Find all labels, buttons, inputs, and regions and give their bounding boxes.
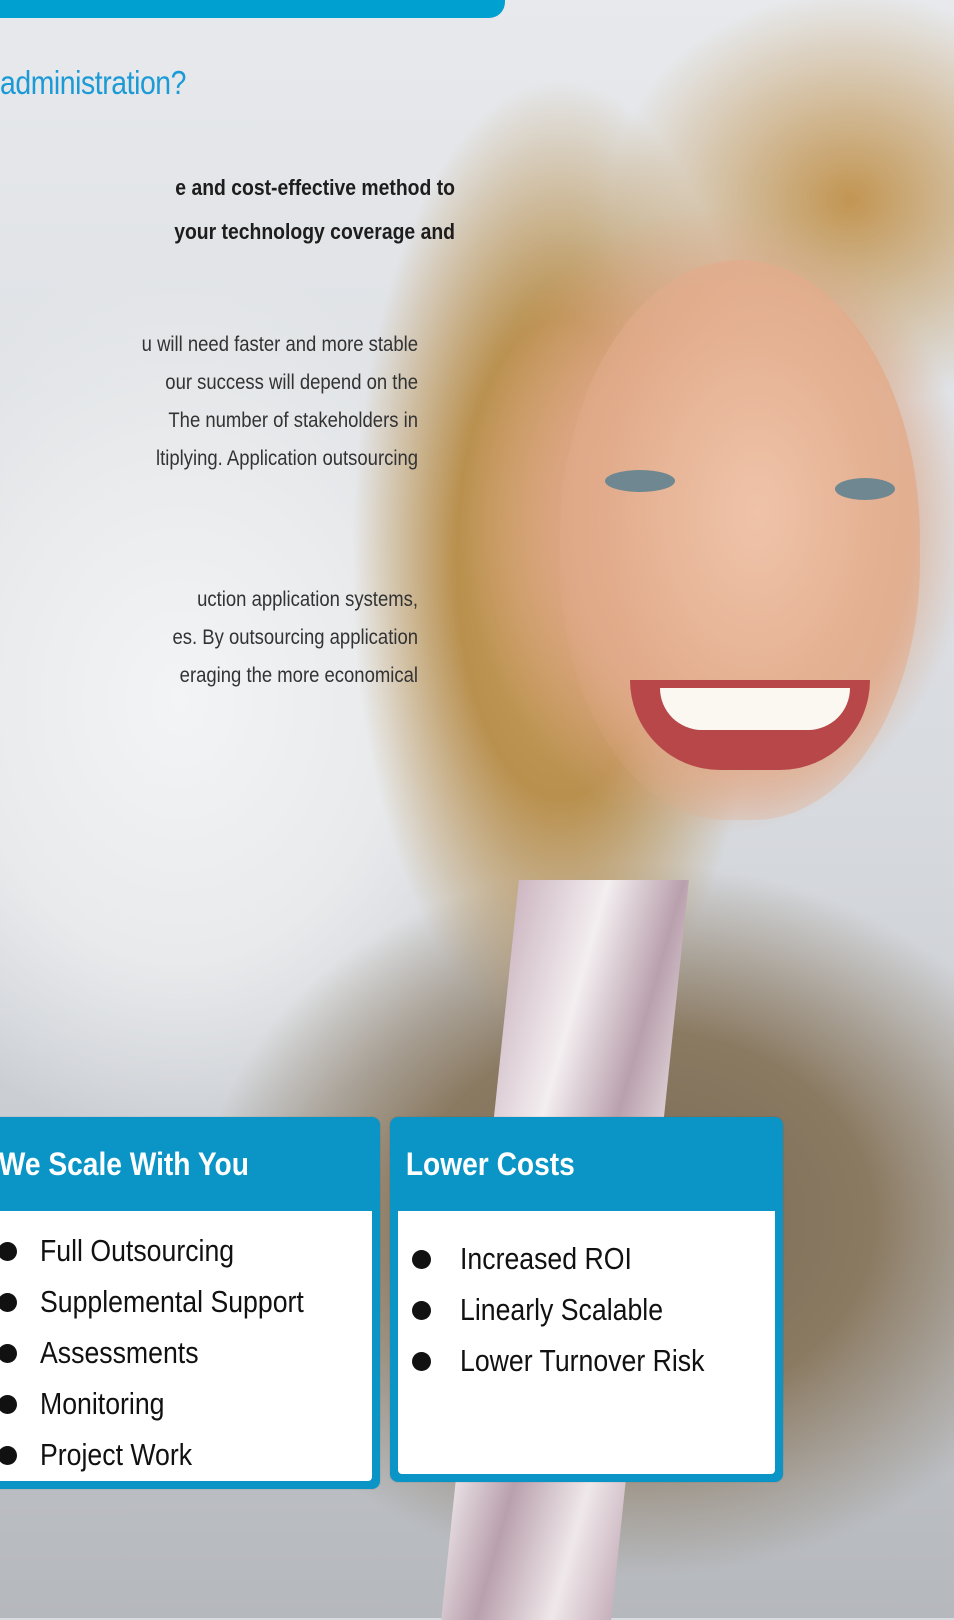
bullet-icon — [0, 1395, 17, 1414]
scale-box-body: Full Outsourcing Supplemental Support As… — [0, 1211, 372, 1481]
top-banner — [0, 0, 505, 18]
list-item: Full Outsourcing — [0, 1225, 372, 1276]
list-item-label: Monitoring — [40, 1386, 165, 1421]
paragraph-line: ltiplying. Application outsourcing — [156, 447, 418, 470]
bullet-icon — [0, 1344, 17, 1363]
scale-feature-list: Full Outsourcing Supplemental Support As… — [0, 1225, 372, 1480]
list-item: Linearly Scalable — [398, 1284, 775, 1335]
bullet-icon — [412, 1301, 431, 1320]
list-item: Lower Turnover Risk — [398, 1335, 775, 1386]
bullet-icon — [412, 1250, 431, 1269]
bullet-icon — [0, 1242, 17, 1261]
bullet-icon — [0, 1446, 17, 1465]
intro-line: e and cost-effective method to — [175, 175, 455, 200]
paragraph-line: eraging the more economical — [179, 664, 418, 687]
list-item-label: Linearly Scalable — [460, 1292, 664, 1327]
list-item: Monitoring — [0, 1378, 372, 1429]
photo-eye-left — [605, 470, 675, 492]
paragraph-line: our success will depend on the — [165, 371, 418, 394]
intro-line: your technology coverage and — [174, 219, 456, 244]
list-item-label: Increased ROI — [460, 1241, 632, 1276]
list-item: Assessments — [0, 1327, 372, 1378]
paragraph-line: u will need faster and more stable — [141, 333, 418, 356]
paragraph-line: es. By outsourcing application — [172, 626, 418, 649]
list-item-label: Lower Turnover Risk — [460, 1343, 705, 1378]
list-item-label: Assessments — [40, 1335, 199, 1370]
costs-box-title: Lower Costs — [405, 1146, 575, 1182]
list-item-label: Project Work — [40, 1437, 193, 1472]
lower-costs-box: Lower Costs Increased ROI Linearly Scala… — [390, 1117, 783, 1482]
list-item-label: Supplemental Support — [40, 1284, 304, 1319]
paragraph-1: u will need faster and more stable our s… — [50, 326, 418, 478]
list-item: Increased ROI — [398, 1233, 775, 1284]
costs-box-body: Increased ROI Linearly Scalable Lower Tu… — [398, 1211, 775, 1474]
list-item: Supplemental Support — [0, 1276, 372, 1327]
section-heading: administration? — [0, 64, 187, 101]
list-item-label: Full Outsourcing — [40, 1233, 235, 1268]
scale-box-title: We Scale With You — [0, 1146, 249, 1182]
costs-feature-list: Increased ROI Linearly Scalable Lower Tu… — [398, 1233, 775, 1386]
paragraph-line: The number of stakeholders in — [168, 409, 418, 432]
photo-eye-right — [835, 478, 895, 500]
scale-with-you-box: We Scale With You Full Outsourcing Suppl… — [0, 1117, 380, 1489]
intro-text: e and cost-effective method to your tech… — [55, 166, 455, 254]
list-item: Project Work — [0, 1429, 372, 1480]
bullet-icon — [412, 1352, 431, 1371]
paragraph-2: uction application systems, es. By outso… — [50, 581, 418, 695]
bullet-icon — [0, 1293, 17, 1312]
paragraph-line: uction application systems, — [197, 588, 418, 611]
photo-teeth — [660, 688, 850, 730]
